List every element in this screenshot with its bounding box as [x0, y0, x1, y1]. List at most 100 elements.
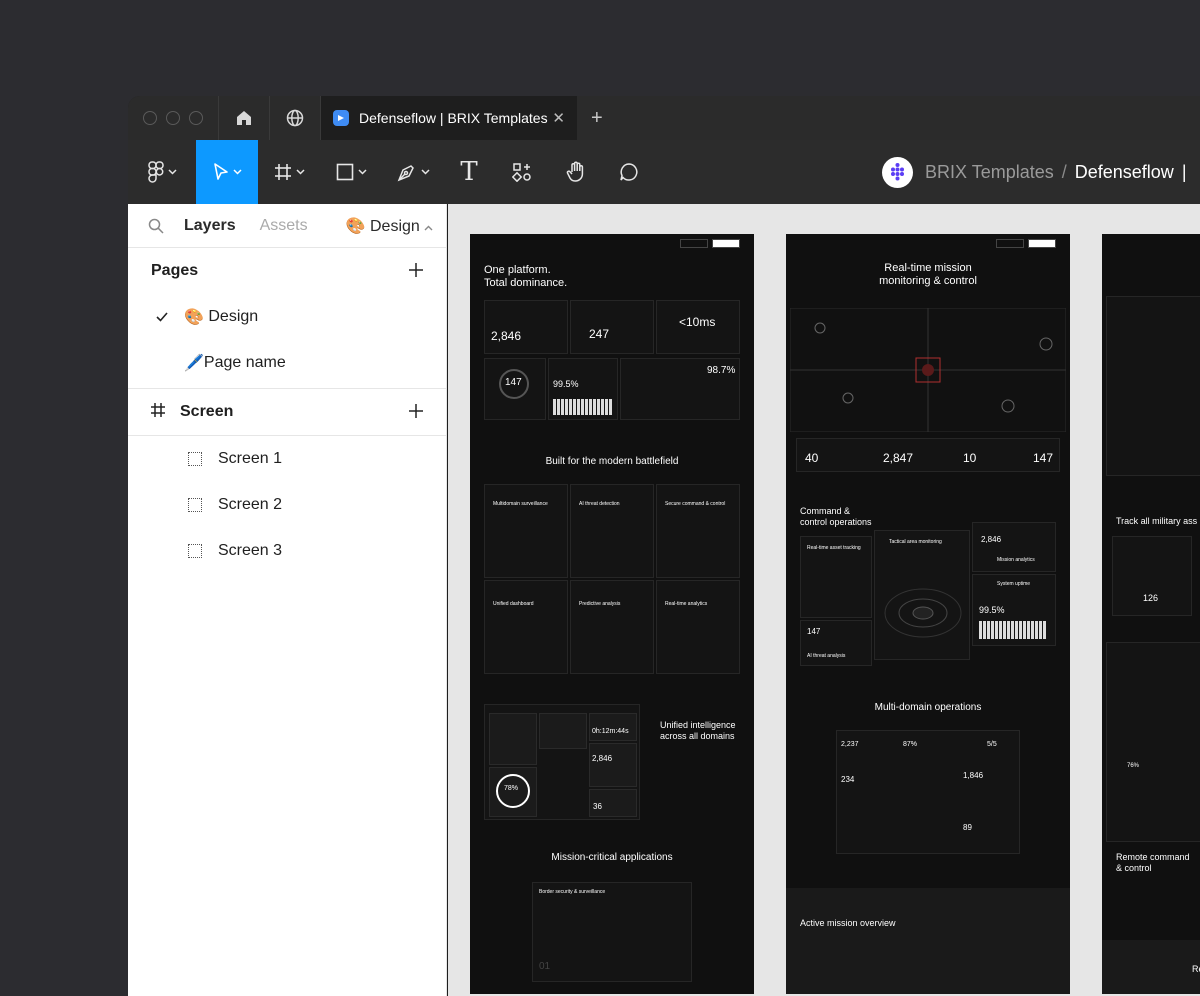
shape-tool-button[interactable]	[320, 140, 382, 204]
breadcrumb-divider: |	[1181, 161, 1187, 182]
close-window-button[interactable]	[143, 111, 157, 125]
stat-value: <10ms	[679, 315, 716, 329]
page-emoji-icon: 🖊️	[184, 355, 204, 372]
close-tab-icon[interactable]: ✕	[552, 109, 565, 127]
browser-titlebar: Defenseflow | BRIX Templates ✕ +	[128, 96, 1200, 140]
pen-tool-button[interactable]	[382, 140, 444, 204]
page-item-label: Page name	[203, 354, 286, 371]
components-icon	[512, 163, 531, 182]
new-tab-button[interactable]: +	[577, 107, 603, 130]
artboard-nav	[1102, 234, 1200, 252]
page-switcher[interactable]: 🎨 Design	[346, 216, 434, 236]
current-page-label: Design	[369, 217, 420, 235]
screen-1-artboard[interactable]: One platform. Total dominance. 2,846 247…	[470, 234, 754, 994]
section-heading: Track all military ass	[1116, 516, 1198, 526]
layer-label: Screen 3	[218, 542, 283, 559]
move-tool-button[interactable]	[196, 140, 258, 204]
hand-icon	[566, 161, 584, 182]
screen-title: Screen	[180, 403, 234, 420]
stat-value: 2,846	[491, 329, 522, 343]
chevron-down-icon	[295, 169, 305, 175]
layers-panel: Layers Assets 🎨 Design Pages 🎨 Design 🖊️…	[128, 204, 447, 996]
rectangle-icon	[336, 163, 353, 181]
browser-tab[interactable]: Defenseflow | BRIX Templates ✕	[321, 96, 577, 140]
artboard-nav	[786, 234, 1070, 252]
add-page-icon[interactable]	[408, 258, 424, 284]
minimize-window-button[interactable]	[166, 111, 180, 125]
design-canvas[interactable]: One platform. Total dominance. 2,846 247…	[448, 204, 1200, 996]
breadcrumb-project[interactable]: Defenseflow	[1075, 162, 1174, 183]
frame-layer-icon	[188, 452, 202, 466]
section-heading: Mission-critical applications	[551, 852, 673, 863]
resources-tool-button[interactable]	[494, 140, 550, 204]
figma-toolbar: T BRIX Templates / Defenseflow |	[128, 140, 1200, 204]
section-heading: Command & control operations	[800, 506, 872, 527]
frame-icon	[151, 402, 165, 422]
breadcrumb-separator: /	[1061, 161, 1067, 182]
maximize-window-button[interactable]	[189, 111, 203, 125]
frame-icon	[274, 164, 291, 180]
artboard-nav	[470, 234, 754, 252]
window-controls	[128, 111, 218, 125]
tab-title: Defenseflow | BRIX Templates	[359, 110, 548, 126]
pages-title: Pages	[151, 262, 199, 279]
breadcrumb: BRIX Templates / Defenseflow |	[882, 140, 1187, 204]
section-heading: Unified intelligence across all domains	[660, 720, 736, 741]
pages-section-header: Pages	[128, 248, 446, 294]
add-frame-icon[interactable]	[408, 399, 424, 425]
layer-label: Screen 2	[218, 496, 283, 513]
screen-2-artboard[interactable]: Real-time mission monitoring & control 4…	[786, 234, 1070, 994]
breadcrumb-team[interactable]: BRIX Templates	[925, 162, 1054, 183]
screen-3-artboard[interactable]: Track all military ass 126 76% Remote co…	[1102, 234, 1200, 994]
page-emoji-icon: 🎨	[184, 309, 204, 326]
tab-layers[interactable]: Layers	[184, 217, 236, 235]
frame-layer-icon	[188, 498, 202, 512]
frame-tool-button[interactable]	[258, 140, 320, 204]
stat-value: 98.7%	[707, 365, 736, 376]
stat-value: 247	[589, 327, 610, 341]
comment-tool-button[interactable]	[602, 140, 656, 204]
stat-value: 147	[1033, 451, 1054, 465]
layer-label: Screen 1	[218, 450, 283, 467]
checkmark-icon	[156, 310, 168, 325]
frame-layer-icon	[188, 544, 202, 558]
hand-tool-button[interactable]	[550, 140, 602, 204]
cursor-icon	[213, 163, 228, 180]
pen-icon	[397, 165, 414, 182]
stat-value: 10	[963, 451, 977, 465]
tactical-map-graphic	[790, 308, 1066, 432]
home-icon[interactable]	[219, 96, 269, 140]
layer-item-screen-1[interactable]: Screen 1	[128, 436, 446, 482]
palette-emoji-icon: 🎨	[345, 217, 366, 235]
figma-window: Defenseflow | BRIX Templates ✕ + T BRIX …	[128, 96, 1200, 996]
page-item-page-name[interactable]: 🖊️ Page name	[128, 340, 446, 386]
stat-value: 40	[805, 451, 819, 465]
chevron-up-icon	[424, 225, 433, 230]
section-heading: Remote command & control	[1116, 852, 1190, 873]
search-icon[interactable]	[128, 218, 184, 234]
defenseflow-favicon-icon	[333, 110, 349, 126]
stat-value: 2,847	[883, 451, 914, 465]
chevron-down-icon	[167, 169, 177, 175]
comment-icon	[620, 163, 638, 181]
layer-item-screen-2[interactable]: Screen 2	[128, 482, 446, 528]
section-heading: Built for the modern battlefield	[545, 456, 679, 467]
section-heading: Multi-domain operations	[874, 702, 982, 713]
tab-assets[interactable]: Assets	[260, 217, 308, 235]
page-item-label: Design	[208, 308, 259, 325]
screen-section-header[interactable]: Screen	[128, 389, 446, 435]
text-tool-button[interactable]: T	[444, 140, 494, 204]
chevron-down-icon	[357, 169, 367, 175]
globe-icon[interactable]	[270, 96, 320, 140]
main-menu-button[interactable]	[128, 140, 196, 204]
hero-heading: Real-time mission monitoring & control	[879, 262, 977, 287]
brix-team-logo-icon[interactable]	[882, 156, 913, 188]
chevron-down-icon	[232, 169, 242, 175]
layer-item-screen-3[interactable]: Screen 3	[128, 528, 446, 574]
chevron-down-icon	[420, 169, 430, 175]
panel-tabs: Layers Assets 🎨 Design	[128, 204, 446, 248]
section-heading: Active mission overview	[800, 918, 896, 928]
stat-value: 147	[505, 377, 522, 388]
hero-heading: One platform. Total dominance.	[484, 264, 568, 289]
page-item-design[interactable]: 🎨 Design	[128, 294, 446, 340]
